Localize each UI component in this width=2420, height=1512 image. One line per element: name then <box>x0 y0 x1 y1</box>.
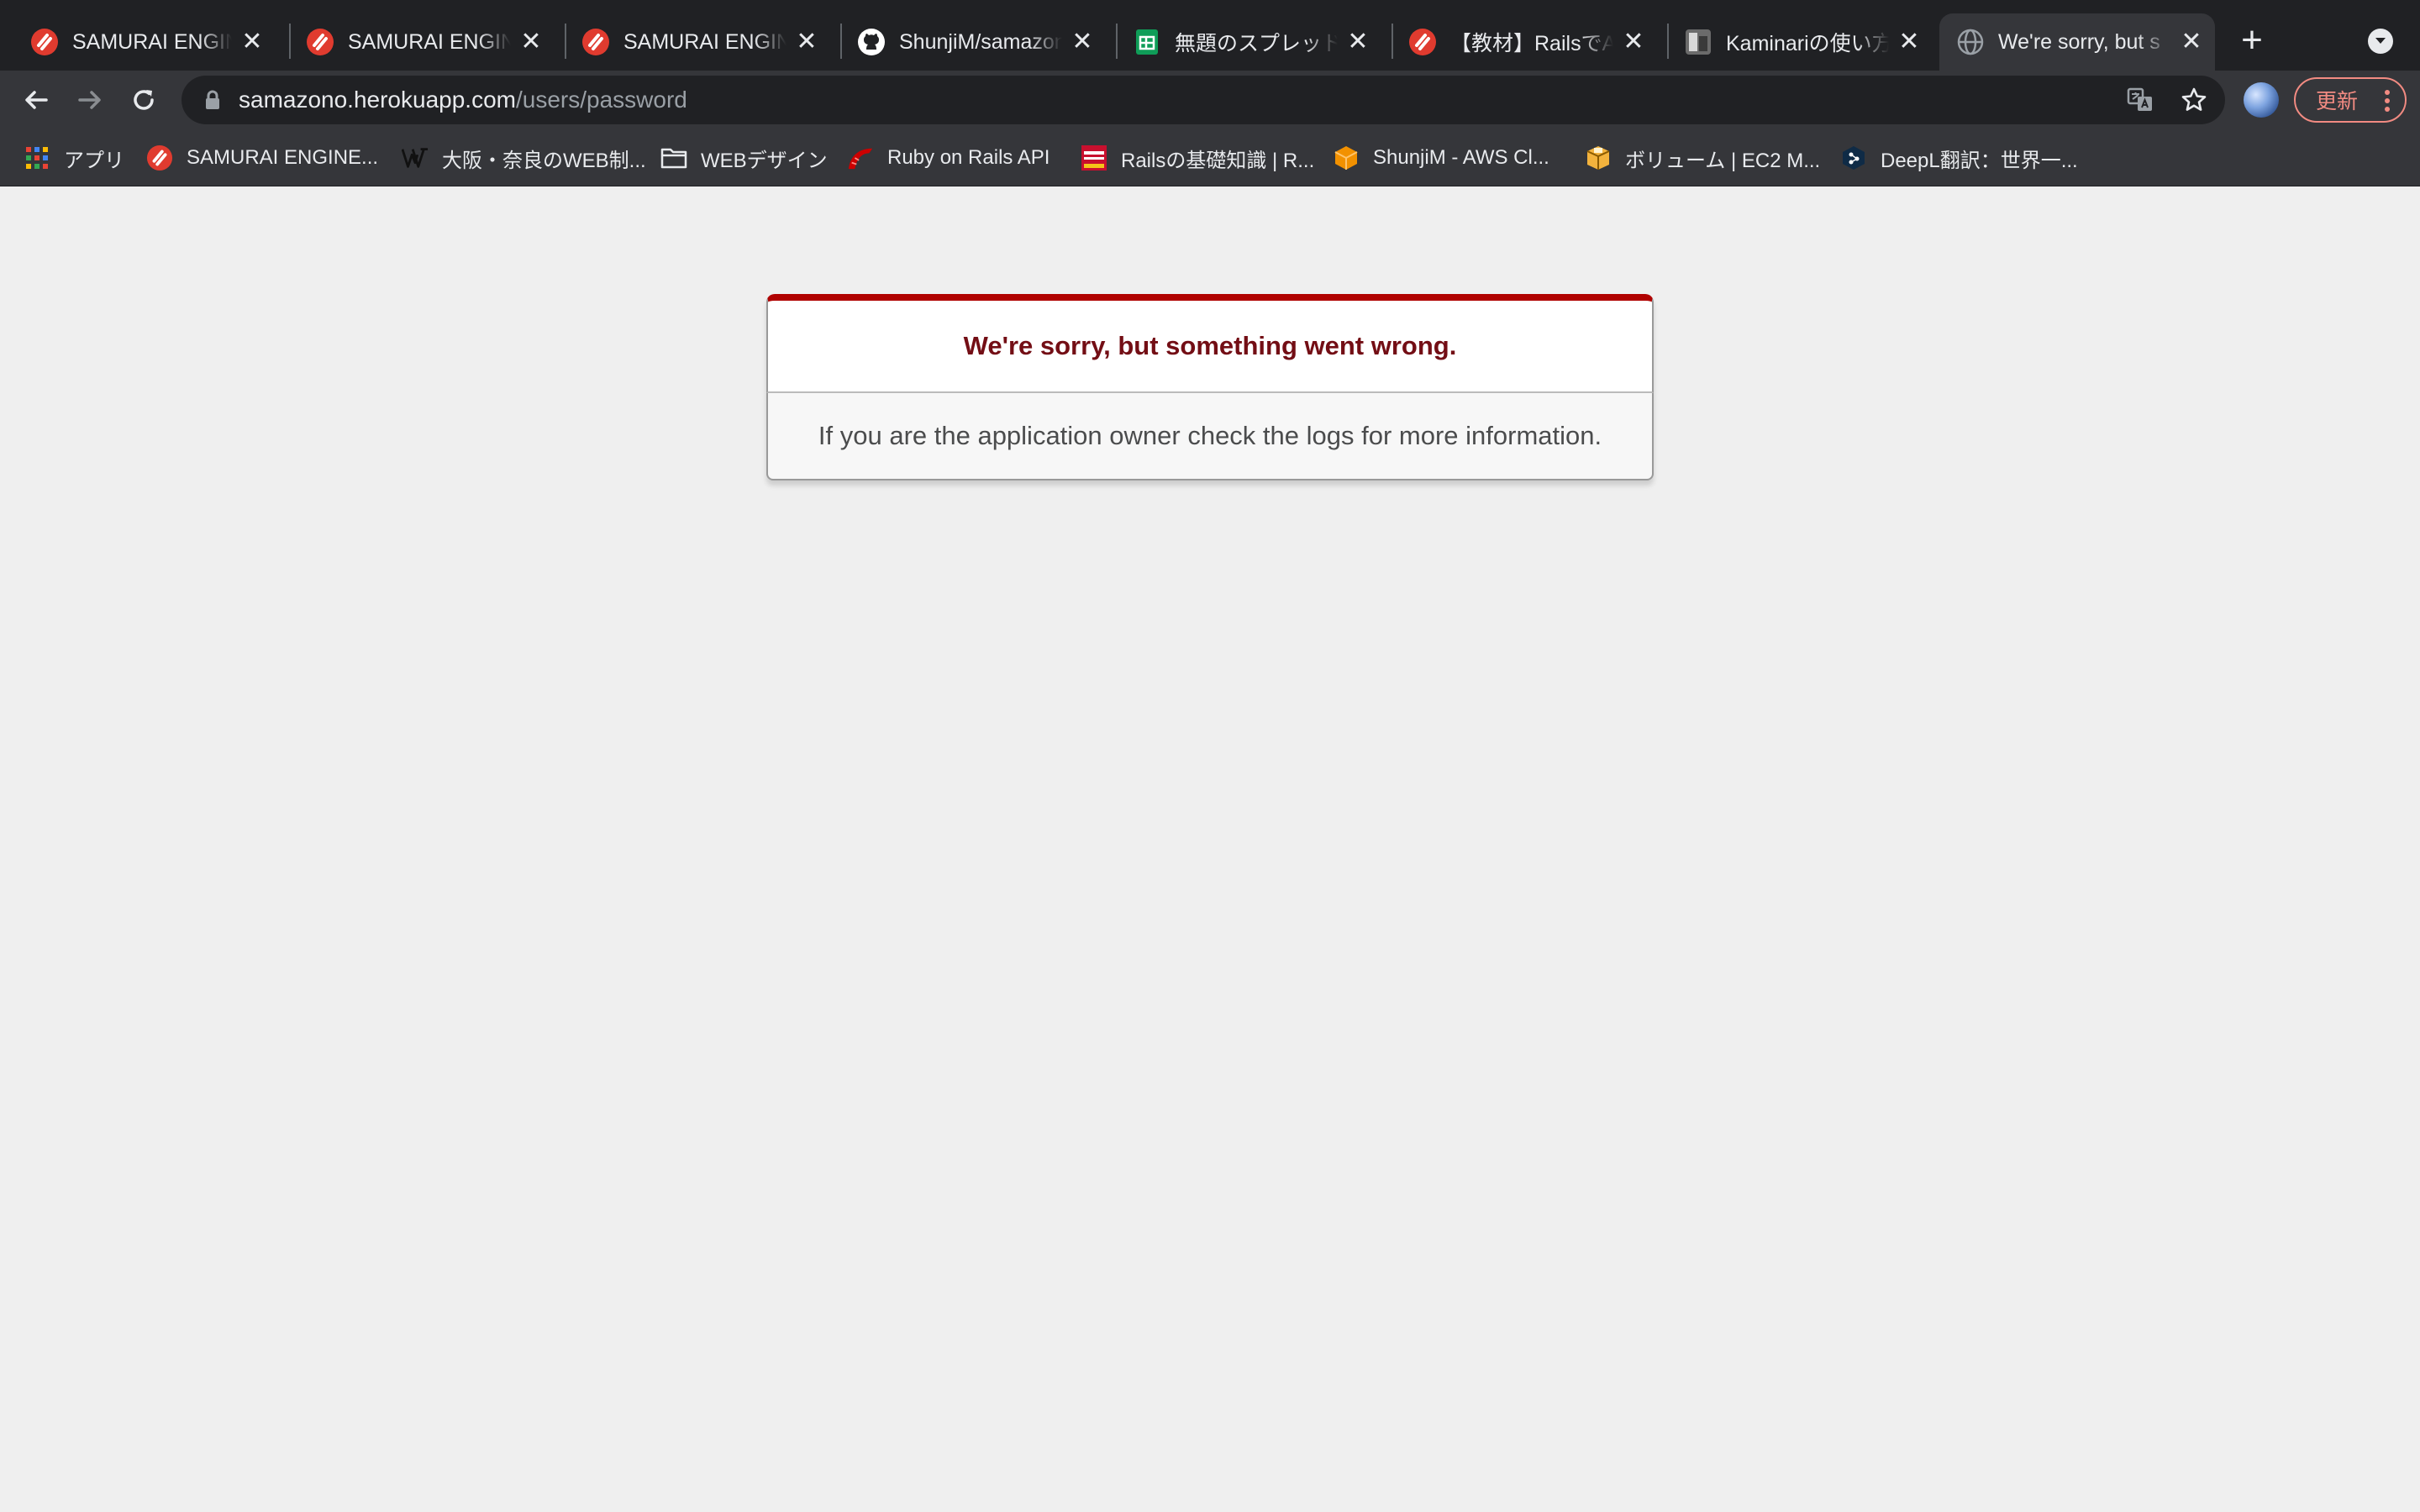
kaminari-icon <box>1684 28 1712 56</box>
tab-close-icon[interactable]: ✕ <box>2178 29 2205 55</box>
sheets-icon <box>1133 28 1161 56</box>
profile-avatar[interactable] <box>2244 82 2279 118</box>
tab-search-button[interactable] <box>2368 29 2393 54</box>
new-tab-button[interactable]: + <box>2235 19 2269 60</box>
samurai-icon <box>30 28 59 56</box>
reload-icon <box>134 90 154 110</box>
update-button[interactable]: 更新 <box>2294 77 2407 123</box>
bookmark-rails-api[interactable]: Ruby on Rails API <box>847 141 1050 175</box>
tab-samurai-1[interactable]: SAMURAI ENGINE ✕ <box>13 13 276 71</box>
update-label: 更新 <box>2316 90 2359 113</box>
bookmark-label: SAMURAI ENGINE... <box>187 146 379 169</box>
translate-icon[interactable] <box>2126 86 2154 114</box>
bookmark-label: DeepL翻訳：世界一... <box>1881 149 2078 172</box>
bookmark-samurai[interactable]: SAMURAI ENGINE... <box>146 141 378 175</box>
tab-close-icon[interactable]: ✕ <box>239 29 266 55</box>
tab-title: SAMURAI ENGINE <box>72 29 232 54</box>
tab-strip: SAMURAI ENGINE ✕ SAMURAI ENGINE ✕ SAMURA… <box>0 0 2420 71</box>
bookmark-deepl[interactable]: DeepL翻訳：世界一... <box>1840 141 2078 175</box>
aws-box-icon <box>1585 144 1612 171</box>
tab-close-icon[interactable]: ✕ <box>518 29 544 55</box>
browser-toolbar: samazono.herokuapp.com/users/password 更新 <box>0 71 2420 129</box>
arrow-left-icon <box>25 91 48 109</box>
bookmark-label: WEBデザイン <box>701 149 828 172</box>
folder-icon <box>660 144 687 171</box>
bookmark-label: Railsの基礎知識 | R... <box>1121 149 1315 172</box>
rails-icon <box>847 144 874 171</box>
samurai-icon <box>1408 28 1437 56</box>
bookmarks-bar: アプリ SAMURAI ENGINE... 大阪・奈良のWEB制... WEBデ… <box>0 129 2420 186</box>
more-vert-icon <box>2385 90 2390 112</box>
tab-close-icon[interactable]: ✕ <box>1069 29 1096 55</box>
forward-button[interactable] <box>69 79 111 121</box>
github-icon <box>857 28 886 56</box>
bookmark-web-design-folder[interactable]: WEBデザイン <box>660 141 828 175</box>
error-message: If you are the application owner check t… <box>818 421 1602 450</box>
url-text[interactable]: samazono.herokuapp.com/users/password <box>239 76 687 124</box>
samurai-icon <box>581 28 610 56</box>
deepl-icon <box>1840 144 1867 171</box>
url-path: /users/password <box>515 87 687 113</box>
tab-close-icon[interactable]: ✕ <box>793 29 820 55</box>
tab-close-icon[interactable]: ✕ <box>1344 29 1371 55</box>
lock-icon[interactable] <box>202 89 224 111</box>
bookmark-ec2-volume[interactable]: ボリューム | EC2 M... <box>1585 141 1820 175</box>
tab-title: Kaminariの使い方 <box>1726 32 1889 55</box>
back-button[interactable] <box>15 79 57 121</box>
tab-title: SAMURAI ENGINE <box>348 29 511 54</box>
samurai-icon <box>146 144 173 171</box>
reload-button[interactable] <box>123 79 165 121</box>
error-title: We're sorry, but something went wrong. <box>963 331 1457 361</box>
apps-grid-icon <box>24 144 50 171</box>
samurai-icon <box>306 28 334 56</box>
error-dialog: We're sorry, but something went wrong. I… <box>766 294 1654 480</box>
arrow-right-icon <box>78 91 101 109</box>
bookmark-label: ボリューム | EC2 M... <box>1625 149 1821 172</box>
tab-title: 無題のスプレッドシ <box>1175 32 1338 55</box>
railstutorial-icon <box>1081 144 1107 171</box>
page-content: We're sorry, but something went wrong. I… <box>0 186 2420 1512</box>
star-icon[interactable] <box>2180 86 2208 114</box>
bookmark-aws-cloud9[interactable]: ShunjiM - AWS Cl... <box>1333 141 1549 175</box>
tab-title: SAMURAI ENGINE <box>623 29 786 54</box>
tab-close-icon[interactable]: ✕ <box>1896 29 1923 55</box>
aws-cube-icon <box>1333 144 1360 171</box>
bookmark-rails-basics[interactable]: Railsの基礎知識 | R... <box>1081 141 1314 175</box>
chevron-down-icon <box>2375 38 2386 44</box>
globe-icon <box>1956 28 1985 56</box>
tab-title: ShunjiM/samazon <box>899 29 1062 54</box>
tab-samurai-3[interactable]: SAMURAI ENGINE ✕ <box>565 13 830 71</box>
bookmark-osaka-web[interactable]: 大阪・奈良のWEB制... <box>402 141 646 175</box>
bookmark-label: アプリ <box>64 149 124 172</box>
url-host: samazono.herokuapp.com <box>239 87 516 113</box>
bookmark-label: 大阪・奈良のWEB制... <box>442 149 646 172</box>
error-dialog-body: If you are the application owner check t… <box>766 393 1654 480</box>
tab-close-icon[interactable]: ✕ <box>1620 29 1647 55</box>
address-bar[interactable]: samazono.herokuapp.com/users/password <box>182 76 2225 124</box>
bookmark-label: Ruby on Rails API <box>887 146 1050 169</box>
tab-github[interactable]: ShunjiM/samazon ✕ <box>840 13 1106 71</box>
tab-title: 【教材】RailsでAm <box>1450 32 1613 55</box>
bookmark-label: ShunjiM - AWS Cl... <box>1373 146 1549 169</box>
tab-rails-amazon[interactable]: 【教材】RailsでAm ✕ <box>1392 13 1657 71</box>
tab-title: We're sorry, but s <box>1998 29 2160 54</box>
tab-kaminari[interactable]: Kaminariの使い方 ✕ <box>1667 13 1933 71</box>
w-logo-icon <box>402 144 429 171</box>
bookmark-apps[interactable]: アプリ <box>24 141 124 175</box>
error-dialog-header: We're sorry, but something went wrong. <box>766 294 1654 393</box>
tab-spreadsheet[interactable]: 無題のスプレッドシ ✕ <box>1116 13 1381 71</box>
tab-samurai-2[interactable]: SAMURAI ENGINE ✕ <box>289 13 555 71</box>
tab-error-active[interactable]: We're sorry, but s ✕ <box>1939 13 2215 71</box>
